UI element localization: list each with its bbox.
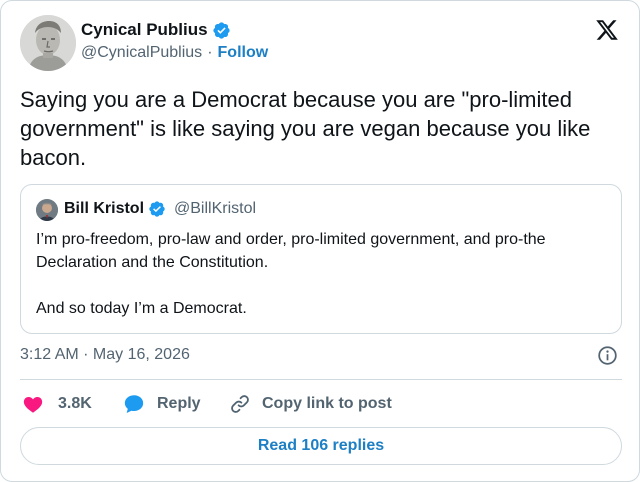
- reply-label: Reply: [157, 395, 201, 412]
- reply-button[interactable]: Reply: [123, 393, 201, 415]
- quoted-author-handle: @BillKristol: [174, 200, 257, 217]
- quoted-tweet-text: I’m pro-freedom, pro-law and order, pro-…: [36, 228, 611, 320]
- like-count: 3.8K: [58, 395, 92, 412]
- author-avatar[interactable]: [20, 15, 76, 71]
- author-handle-row: @CynicalPublius · Follow: [81, 44, 268, 62]
- author-handle[interactable]: @CynicalPublius: [81, 44, 202, 62]
- copy-link-label: Copy link to post: [262, 395, 392, 412]
- author-name-row: Cynical Publius: [81, 20, 231, 40]
- bust-portrait-icon: [20, 15, 76, 71]
- quoted-author-avatar: [36, 199, 58, 221]
- quoted-paragraph: And so today I’m a Democrat.: [36, 300, 247, 317]
- quoted-author-name: Bill Kristol: [64, 200, 145, 217]
- x-logo-icon[interactable]: [595, 18, 619, 42]
- quoted-author-row: Bill Kristol @BillKristol: [64, 200, 256, 218]
- tweet-text: Saying you are a Democrat because you ar…: [20, 87, 591, 170]
- tweet-embed-card: Cynical Publius @CynicalPublius · Follow…: [0, 0, 640, 482]
- divider: [20, 379, 622, 380]
- quoted-paragraph: I’m pro-freedom, pro-law and order, pro-…: [36, 231, 546, 271]
- tweet-timestamp[interactable]: 3:12 AM · May 16, 2026: [20, 346, 190, 364]
- copy-link-button[interactable]: Copy link to post: [229, 393, 392, 415]
- quoted-tweet[interactable]: Bill Kristol @BillKristol I’m pro-freedo…: [20, 184, 622, 334]
- read-replies-button[interactable]: Read 106 replies: [20, 427, 622, 465]
- like-button[interactable]: 3.8K: [22, 393, 92, 415]
- info-icon[interactable]: [597, 345, 618, 366]
- author-display-name[interactable]: Cynical Publius: [81, 20, 208, 40]
- verified-badge-icon: [149, 201, 165, 217]
- separator-dot: ·: [207, 44, 213, 61]
- verified-badge-icon: [212, 21, 230, 39]
- speech-bubble-icon: [124, 395, 144, 413]
- person-portrait-icon: [36, 199, 58, 221]
- link-icon: [231, 395, 249, 413]
- follow-link[interactable]: Follow: [218, 44, 269, 62]
- heart-icon: [23, 396, 43, 413]
